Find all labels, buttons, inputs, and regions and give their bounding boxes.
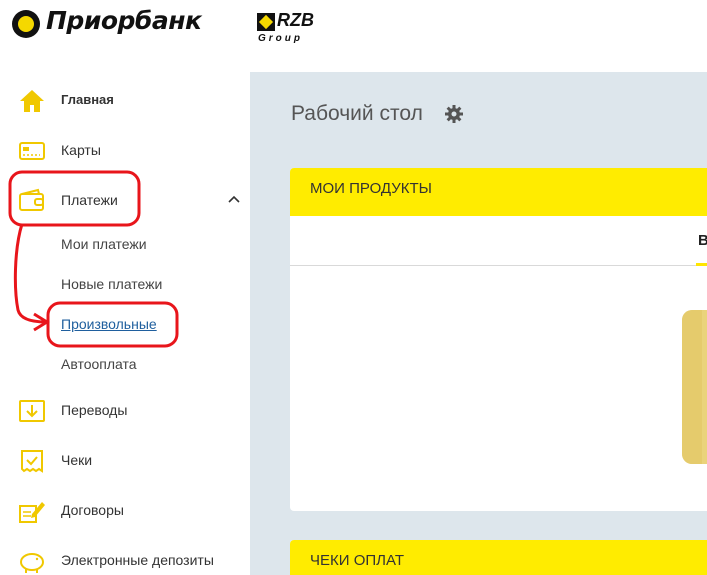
gear-icon[interactable] xyxy=(444,104,464,124)
sidebar-item-cards[interactable]: Карты xyxy=(0,130,250,170)
sidebar-item-contracts[interactable]: Договоры xyxy=(0,490,250,530)
sidebar-subitem-my-payments[interactable]: Мои платежи xyxy=(61,236,147,252)
receipt-icon xyxy=(21,450,43,473)
priorbank-logo-icon[interactable] xyxy=(12,10,40,38)
rzb-logo-text: RZB xyxy=(277,10,314,30)
home-icon xyxy=(20,90,44,112)
sidebar-item-label: Карты xyxy=(61,142,101,158)
card-icon xyxy=(19,142,45,160)
contract-icon xyxy=(19,502,45,523)
sidebar-item-label: Платежи xyxy=(61,192,118,208)
sidebar-item-receipts[interactable]: Чеки xyxy=(0,440,250,480)
my-products-header: МОИ ПРОДУКТЫ xyxy=(290,168,707,216)
sidebar-item-label: Переводы xyxy=(61,402,128,418)
sidebar-item-transfers[interactable]: Переводы xyxy=(0,390,250,430)
products-tabs: В xyxy=(290,216,707,266)
sidebar-item-label: Чеки xyxy=(61,452,93,468)
sidebar-item-label: Договоры xyxy=(61,502,124,518)
products-tab[interactable]: В xyxy=(698,232,707,249)
my-products-card: МОИ ПРОДУКТЫ В xyxy=(290,168,707,511)
sidebar-subitem-new-payments[interactable]: Новые платежи xyxy=(61,276,162,292)
sidebar-nav: Главная Карты Платежи Мои платежи Новые … xyxy=(0,72,250,575)
page-title: Рабочий стол xyxy=(291,102,423,125)
receipts-header: ЧЕКИ ОПЛАТ xyxy=(290,540,707,575)
sidebar-item-label: Электронные депозиты xyxy=(61,552,214,568)
sidebar-item-payments[interactable]: Платежи xyxy=(0,180,250,220)
rzb-logo-icon xyxy=(257,13,275,31)
product-card-preview[interactable] xyxy=(682,310,707,464)
wallet-icon xyxy=(19,188,44,211)
piggy-bank-icon xyxy=(20,553,44,573)
header: Приорбанк RZB Group xyxy=(0,0,707,72)
sidebar-subitem-autopay[interactable]: Автооплата xyxy=(61,356,137,372)
sidebar-item-e-deposits[interactable]: Электронные депозиты xyxy=(0,540,250,575)
bank-logo-text[interactable]: Приорбанк xyxy=(46,6,202,35)
rzb-group-text: Group xyxy=(258,33,303,44)
chevron-up-icon[interactable] xyxy=(227,192,241,206)
sidebar-subitem-arbitrary[interactable]: Произвольные xyxy=(61,316,157,332)
sidebar-item-label: Главная xyxy=(61,92,114,107)
receipts-card: ЧЕКИ ОПЛАТ xyxy=(290,540,707,575)
main-content: Рабочий стол МОИ ПРОДУКТЫ В ЧЕКИ ОПЛАТ xyxy=(250,72,707,575)
active-tab-indicator xyxy=(696,263,707,266)
transfer-icon xyxy=(19,400,45,422)
sidebar-item-home[interactable]: Главная xyxy=(0,80,250,120)
